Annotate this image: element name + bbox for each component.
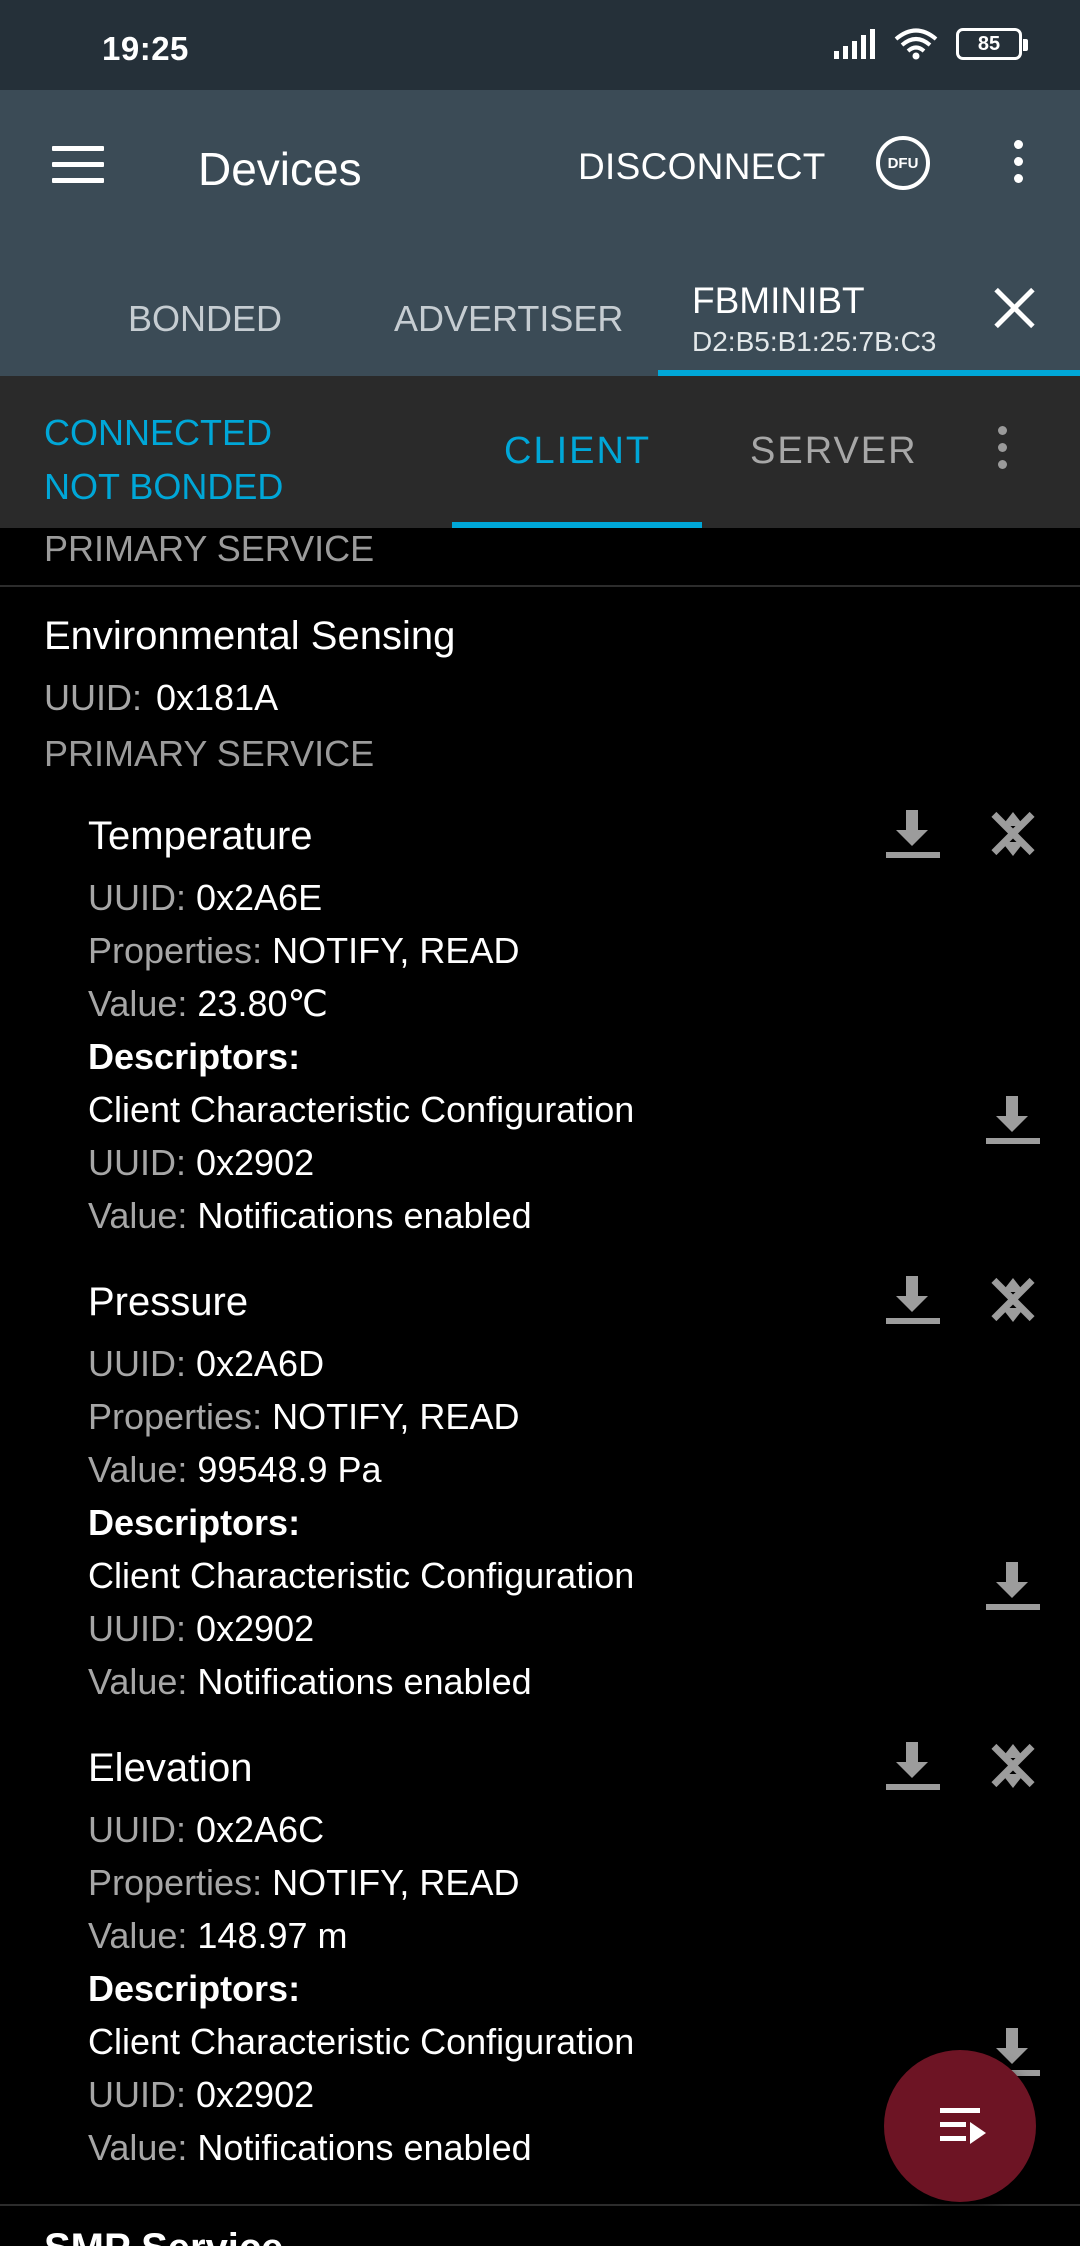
read-icon[interactable] — [882, 1738, 946, 1794]
services-list[interactable]: PRIMARY SERVICE Environmental Sensing UU… — [0, 528, 1080, 2246]
connection-state: CONNECTED NOT BONDED — [44, 406, 283, 514]
characteristic-value: Value: 99548.9 Pa — [88, 1449, 382, 1490]
service-name: Environmental Sensing — [44, 614, 456, 658]
signal-icon — [834, 29, 875, 59]
descriptors-heading: Descriptors: — [88, 1968, 301, 2009]
descriptors-heading: Descriptors: — [88, 1502, 301, 1543]
descriptor-name: Client Characteristic Configuration — [88, 1555, 635, 1596]
bond-state-label: NOT BONDED — [44, 466, 284, 507]
descriptor-value: Value: Notifications enabled — [88, 1195, 532, 1236]
characteristic-properties: Properties: NOTIFY, READ — [88, 1862, 520, 1903]
characteristic-item[interactable]: Pressure UUID: 0x2A6D Properties: NOTIFY… — [88, 1280, 1048, 1708]
connection-bar: CONNECTED NOT BONDED CLIENT SERVER — [0, 376, 1080, 528]
next-service-name: SMP Service — [44, 2226, 283, 2246]
notify-icon[interactable] — [980, 806, 1044, 862]
read-icon[interactable] — [882, 806, 946, 862]
battery-icon: 85 — [956, 28, 1028, 60]
tab-device[interactable]: FBMINIBT D2:B5:B1:25:7B:C3 — [692, 280, 936, 358]
notify-icon[interactable] — [980, 1738, 1044, 1794]
device-tabs: BONDED ADVERTISER FBMINIBT D2:B5:B1:25:7… — [0, 260, 1080, 376]
tab-server[interactable]: SERVER — [750, 430, 918, 473]
descriptor-uuid: UUID: 0x2902 — [88, 1142, 315, 1183]
dfu-icon[interactable]: DFU — [876, 136, 930, 190]
battery-level: 85 — [977, 32, 1001, 55]
characteristic-value: Value: 148.97 m — [88, 1915, 348, 1956]
characteristic-value: Value: 23.80℃ — [88, 983, 328, 1024]
characteristic-uuid: UUID: 0x2A6D — [88, 1343, 325, 1384]
descriptor-name: Client Characteristic Configuration — [88, 2021, 635, 2062]
service-uuid: UUID: 0x181A — [44, 677, 279, 718]
tab-advertiser[interactable]: ADVERTISER — [394, 298, 623, 340]
characteristic-properties: Properties: NOTIFY, READ — [88, 1396, 520, 1437]
notify-icon[interactable] — [980, 1272, 1044, 1328]
descriptor-read-icon[interactable] — [982, 1558, 1046, 1614]
close-icon[interactable] — [992, 286, 1036, 330]
divider — [0, 2204, 1080, 2206]
overflow-menu-icon[interactable] — [1010, 140, 1026, 190]
status-icons: 85 — [834, 28, 1028, 60]
connection-overflow-icon[interactable] — [994, 426, 1010, 476]
wifi-icon — [894, 28, 938, 60]
service-type: PRIMARY SERVICE — [44, 733, 375, 774]
disconnect-button[interactable]: DISCONNECT — [578, 146, 826, 188]
characteristic-properties: Properties: NOTIFY, READ — [88, 930, 520, 971]
characteristic-uuid: UUID: 0x2A6C — [88, 1809, 325, 1850]
tab-client[interactable]: CLIENT — [504, 430, 651, 473]
characteristic-uuid: UUID: 0x2A6E — [88, 877, 323, 918]
dfu-label: DFU — [887, 154, 919, 172]
page-title: Devices — [198, 143, 362, 195]
characteristic-item[interactable]: Temperature UUID: 0x2A6E Properties: NOT… — [88, 814, 1048, 1242]
status-time: 19:25 — [102, 30, 189, 67]
connected-label: CONNECTED — [44, 412, 273, 453]
log-fab-button[interactable] — [884, 2050, 1036, 2202]
divider — [0, 585, 1080, 587]
status-bar: 19:25 85 — [0, 0, 1080, 90]
app-bar: Devices DISCONNECT DFU BONDED ADVERTISER… — [0, 90, 1080, 376]
read-icon[interactable] — [882, 1272, 946, 1328]
service-header[interactable]: Environmental Sensing UUID: 0x181A PRIMAR… — [44, 614, 455, 775]
descriptor-name: Client Characteristic Configuration — [88, 1089, 635, 1130]
descriptor-uuid: UUID: 0x2902 — [88, 1608, 315, 1649]
descriptors-heading: Descriptors: — [88, 1036, 301, 1077]
descriptor-value: Value: Notifications enabled — [88, 1661, 532, 1702]
descriptor-read-icon[interactable] — [982, 1092, 1046, 1148]
device-address: D2:B5:B1:25:7B:C3 — [692, 326, 937, 357]
previous-service-type: PRIMARY SERVICE — [44, 528, 375, 569]
tab-bonded[interactable]: BONDED — [128, 298, 282, 340]
menu-icon[interactable] — [52, 146, 104, 184]
device-name: FBMINIBT — [692, 280, 865, 321]
